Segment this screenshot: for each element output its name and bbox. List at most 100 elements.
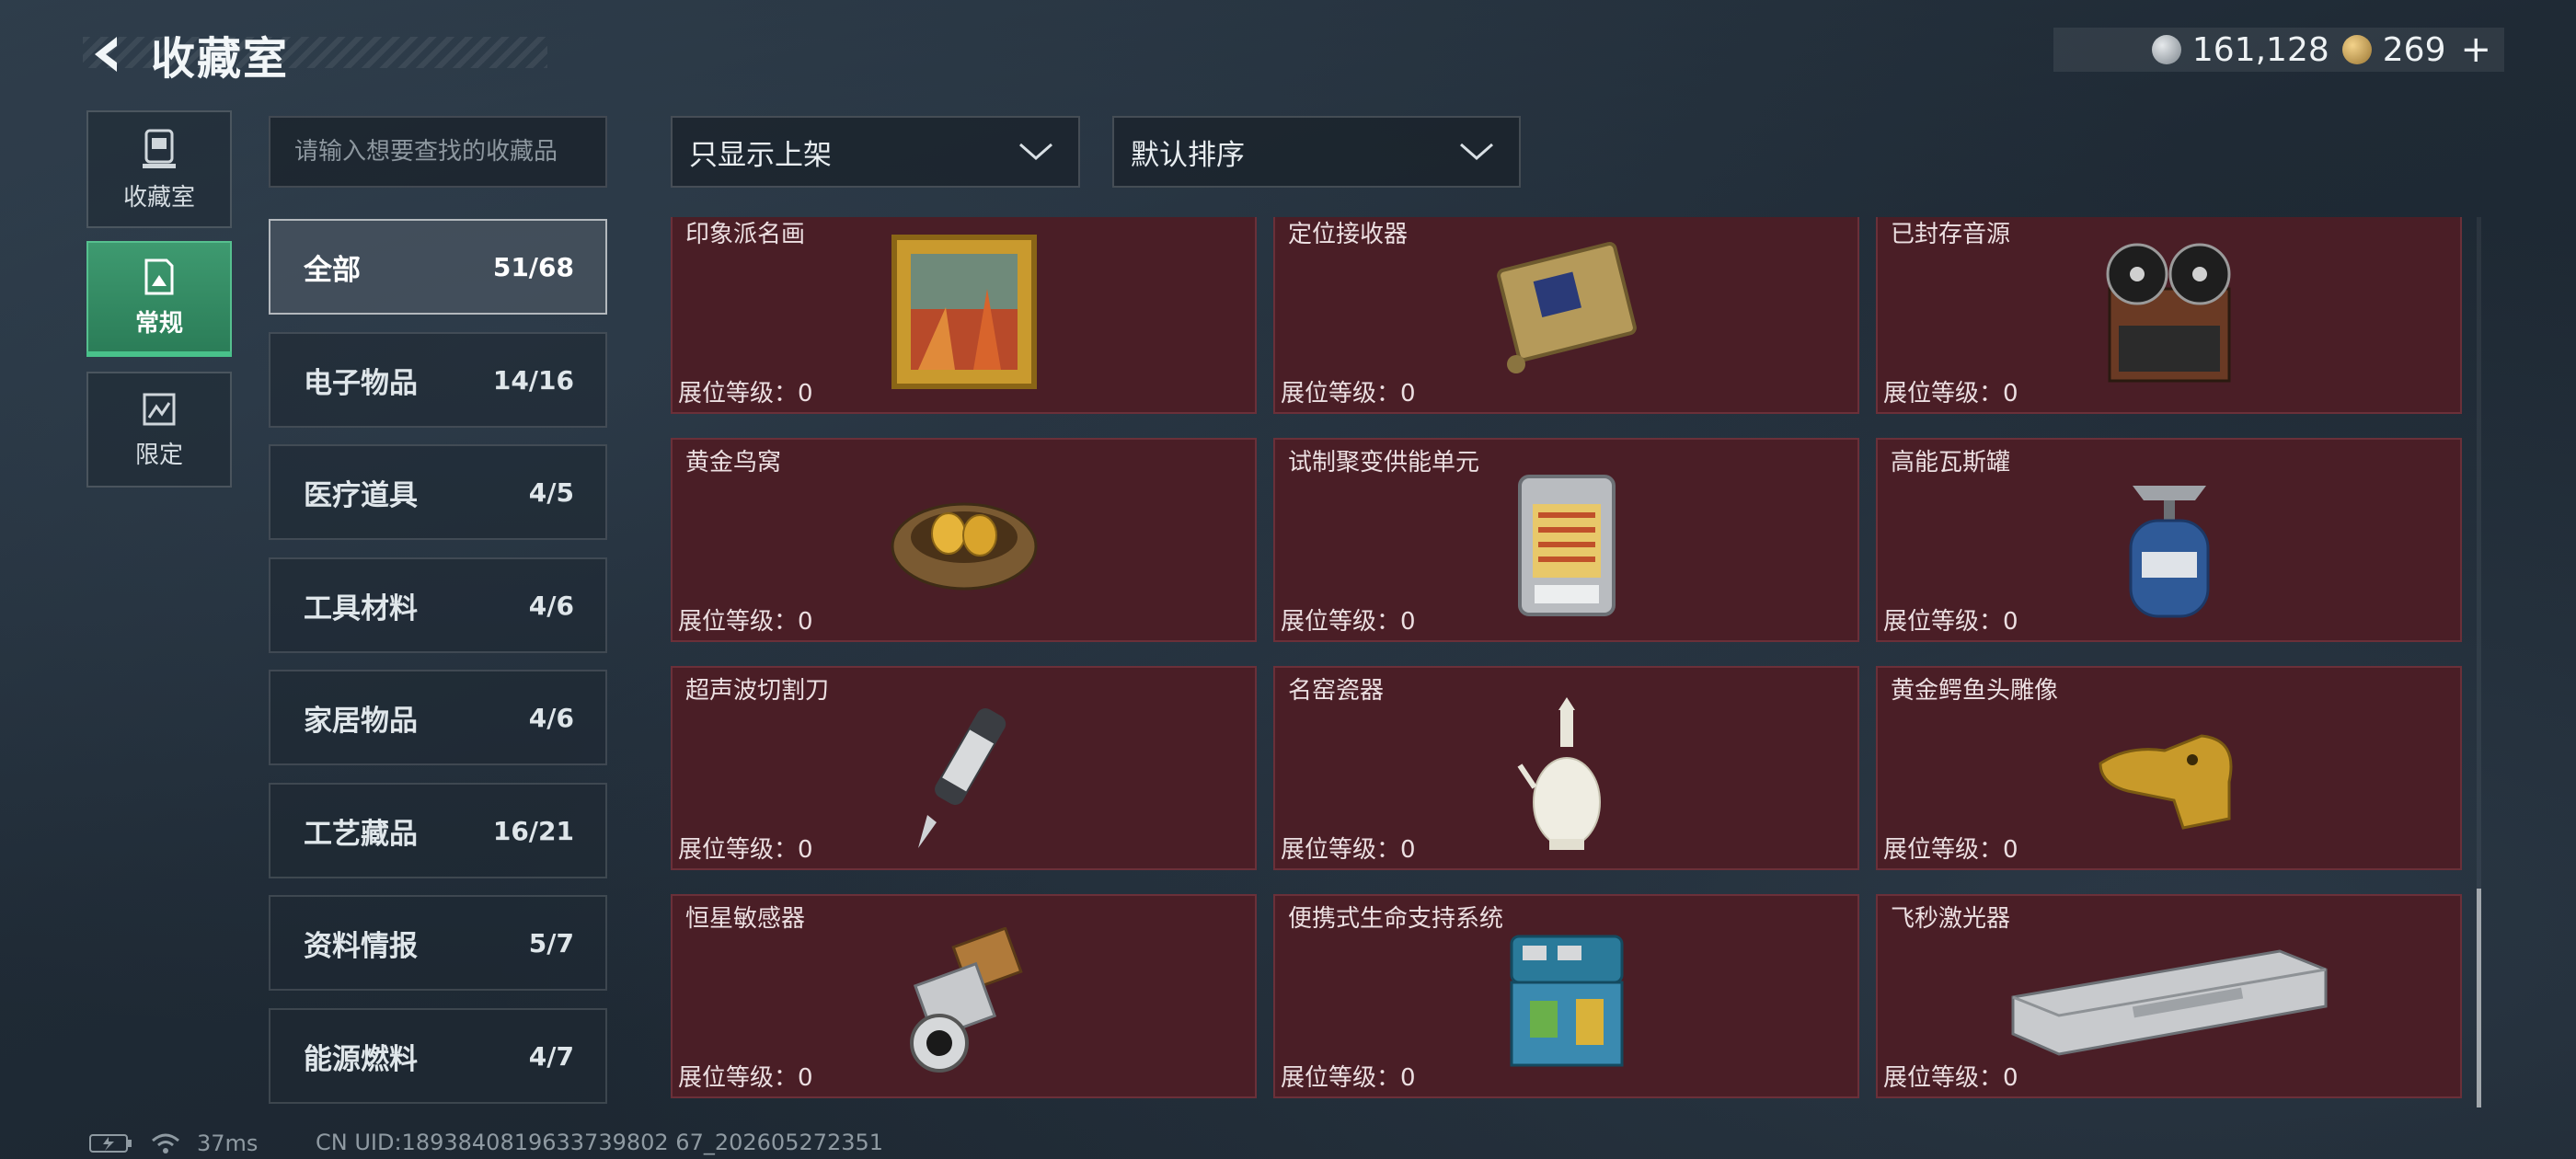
chevron-down-icon (1019, 143, 1052, 161)
sort-value: 默认排序 (1131, 138, 1245, 172)
ultrasonic-knife-icon (917, 708, 1006, 848)
category-count: 14/16 (492, 364, 574, 396)
receiver-icon (1496, 242, 1637, 373)
life-support-icon (1510, 935, 1623, 1067)
item-name: 定位接收器 (1288, 221, 1409, 248)
item-name: 恒星敏感器 (685, 905, 806, 933)
item-name: 黄金鸟窝 (685, 449, 782, 476)
side-tab-label: 收藏室 (122, 183, 195, 212)
ping-text: 37ms (197, 1130, 259, 1156)
category-name: 工艺藏品 (304, 817, 418, 851)
painting-icon (891, 235, 1037, 389)
item-card[interactable]: 便携式生命支持系统 展位等级：0 (1273, 894, 1859, 1098)
silver-currency[interactable]: 161,128 (2151, 30, 2329, 69)
item-level: 展位等级：0 (1883, 608, 2018, 636)
silver-coin-icon (2151, 35, 2181, 64)
item-card[interactable]: 黄金鳄鱼头雕像 展位等级：0 (1876, 666, 2462, 870)
gas-tank-icon (2129, 486, 2209, 618)
category-intel[interactable]: 资料情报 5/7 (269, 895, 607, 991)
item-level: 展位等级：0 (678, 608, 813, 636)
item-card[interactable]: 高能瓦斯罐 展位等级：0 (1876, 438, 2462, 642)
chevron-down-icon (1460, 143, 1493, 161)
item-name: 便携式生命支持系统 (1288, 905, 1504, 933)
search-input[interactable] (269, 116, 607, 188)
laser-device-icon (2011, 949, 2327, 1056)
category-tools[interactable]: 工具材料 4/6 (269, 557, 607, 653)
side-tab-label: 限定 (134, 441, 183, 469)
grid-scrollbar[interactable] (2477, 217, 2481, 1107)
item-level: 展位等级：0 (678, 380, 813, 407)
category-all[interactable]: 全部 51/68 (269, 219, 607, 315)
category-medical[interactable]: 医疗道具 4/5 (269, 444, 607, 540)
currency-bar: 161,128 269 + (2053, 28, 2504, 72)
item-name: 黄金鳄鱼头雕像 (1891, 677, 2059, 705)
fusion-cell-icon (1517, 475, 1616, 616)
category-name: 能源燃料 (304, 1042, 418, 1076)
battery-icon (89, 1134, 132, 1153)
category-count: 16/21 (492, 815, 574, 846)
display-filter-dropdown[interactable]: 只显示上架 (671, 116, 1080, 188)
item-name: 超声波切割刀 (685, 677, 830, 705)
gold-currency[interactable]: 269 + (2341, 29, 2491, 71)
item-level: 展位等级：0 (1883, 1064, 2018, 1092)
category-name: 电子物品 (304, 366, 418, 400)
item-level: 展位等级：0 (1281, 1064, 1416, 1092)
star-sensor-icon (909, 927, 1023, 1073)
category-name: 医疗道具 (304, 478, 418, 512)
item-name: 名窑瓷器 (1288, 677, 1385, 705)
category-count: 4/6 (528, 590, 574, 621)
item-card[interactable]: 已封存音源 展位等级：0 (1876, 217, 2462, 414)
page-title: 收藏室 (151, 33, 290, 85)
item-level: 展位等级：0 (1281, 836, 1416, 864)
category-household[interactable]: 家居物品 4/6 (269, 670, 607, 765)
back-arrow-icon[interactable] (83, 29, 134, 80)
item-name: 印象派名画 (685, 221, 806, 248)
item-card[interactable]: 黄金鸟窝 展位等级：0 (671, 438, 1257, 642)
active-indicator (86, 351, 232, 357)
gold-crocodile-icon (2098, 734, 2232, 830)
item-card[interactable]: 印象派名画 展位等级：0 (671, 217, 1257, 414)
scroll-thumb[interactable] (2477, 889, 2481, 1107)
item-level: 展位等级：0 (1883, 836, 2018, 864)
collection-grid: 印象派名画 展位等级：0 定位接收器 展位等级：0 已封存音源 展位等级：0 黄… (670, 217, 2464, 1107)
item-card[interactable]: 名窑瓷器 展位等级：0 (1273, 666, 1859, 870)
category-count: 5/7 (528, 927, 574, 958)
tape-recorder-icon (2106, 243, 2230, 383)
category-electronics[interactable]: 电子物品 14/16 (269, 332, 607, 428)
limited-frame-icon (143, 393, 176, 425)
side-tab-label: 常规 (134, 309, 183, 338)
side-tab-regular[interactable]: 常规 (86, 241, 232, 357)
wifi-icon (152, 1133, 179, 1153)
item-card[interactable]: 定位接收器 展位等级：0 (1273, 217, 1859, 414)
user-uid: CN UID:1893840819633739802 67_2026052723… (316, 1130, 884, 1155)
side-tab-limited[interactable]: 限定 (86, 372, 232, 488)
category-name: 全部 (304, 253, 361, 287)
item-card[interactable]: 恒星敏感器 展位等级：0 (671, 894, 1257, 1098)
category-name: 工具材料 (304, 591, 418, 625)
item-name: 试制聚变供能单元 (1288, 449, 1480, 476)
item-card[interactable]: 试制聚变供能单元 展位等级：0 (1273, 438, 1859, 642)
category-count: 51/68 (492, 251, 574, 282)
category-crafts[interactable]: 工艺藏品 16/21 (269, 783, 607, 878)
category-count: 4/7 (528, 1040, 574, 1072)
item-level: 展位等级：0 (1883, 380, 2018, 407)
status-bar: 37ms (88, 1130, 258, 1157)
item-level: 展位等级：0 (678, 836, 813, 864)
category-fuel[interactable]: 能源燃料 4/7 (269, 1008, 607, 1104)
side-tab-collection-room[interactable]: 收藏室 (86, 110, 232, 228)
item-level: 展位等级：0 (678, 1064, 813, 1092)
item-card[interactable]: 飞秒激光器 展位等级：0 (1876, 894, 2462, 1098)
display-filter-value: 只显示上架 (689, 138, 832, 172)
add-currency-button[interactable]: + (2460, 29, 2491, 71)
gold-coin-icon (2341, 35, 2372, 64)
page-header: 收藏室 (83, 22, 289, 86)
image-frame-icon (144, 258, 174, 294)
item-level: 展位等级：0 (1281, 608, 1416, 636)
item-card[interactable]: 超声波切割刀 展位等级：0 (671, 666, 1257, 870)
silver-amount: 161,128 (2191, 30, 2329, 69)
gold-amount: 269 (2382, 30, 2446, 69)
category-count: 4/6 (528, 702, 574, 733)
item-level: 展位等级：0 (1281, 380, 1416, 407)
category-name: 家居物品 (304, 704, 418, 738)
sort-dropdown[interactable]: 默认排序 (1112, 116, 1521, 188)
